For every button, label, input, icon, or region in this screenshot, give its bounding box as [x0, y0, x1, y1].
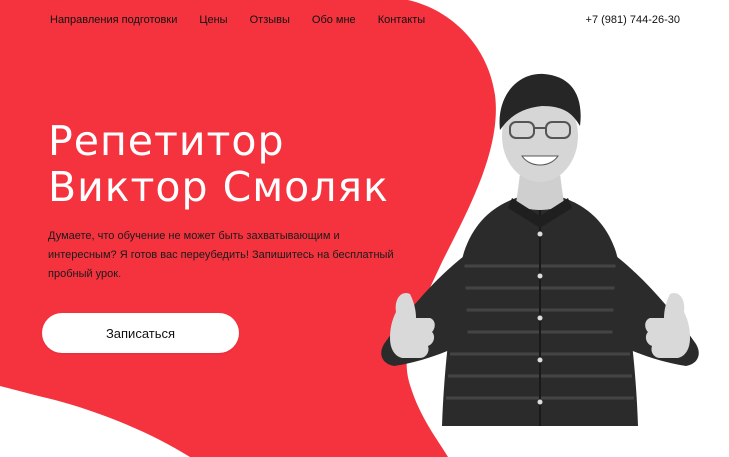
nav-item-contacts[interactable]: Контакты	[378, 14, 426, 26]
nav-item-reviews[interactable]: Отзывы	[250, 14, 290, 26]
hero-description: Думаете, что обучение не может быть захв…	[48, 230, 394, 280]
signup-button[interactable]: Записаться	[42, 313, 239, 353]
hero-title: Репетитор Виктор Смоляк	[48, 118, 389, 210]
nav-item-directions[interactable]: Направления подготовки	[50, 14, 177, 26]
phone-number[interactable]: +7 (981) 744-26-30	[586, 14, 680, 26]
nav-item-about[interactable]: Обо мне	[312, 14, 356, 26]
nav-item-prices[interactable]: Цены	[199, 14, 227, 26]
hero-title-line-2: Виктор Смоляк	[48, 163, 389, 211]
hero-title-line-1: Репетитор	[48, 117, 285, 165]
landing-page: Направления подготовки Цены Отзывы Обо м…	[0, 0, 729, 457]
top-navigation: Направления подготовки Цены Отзывы Обо м…	[50, 14, 425, 26]
tutor-photo	[381, 73, 699, 426]
